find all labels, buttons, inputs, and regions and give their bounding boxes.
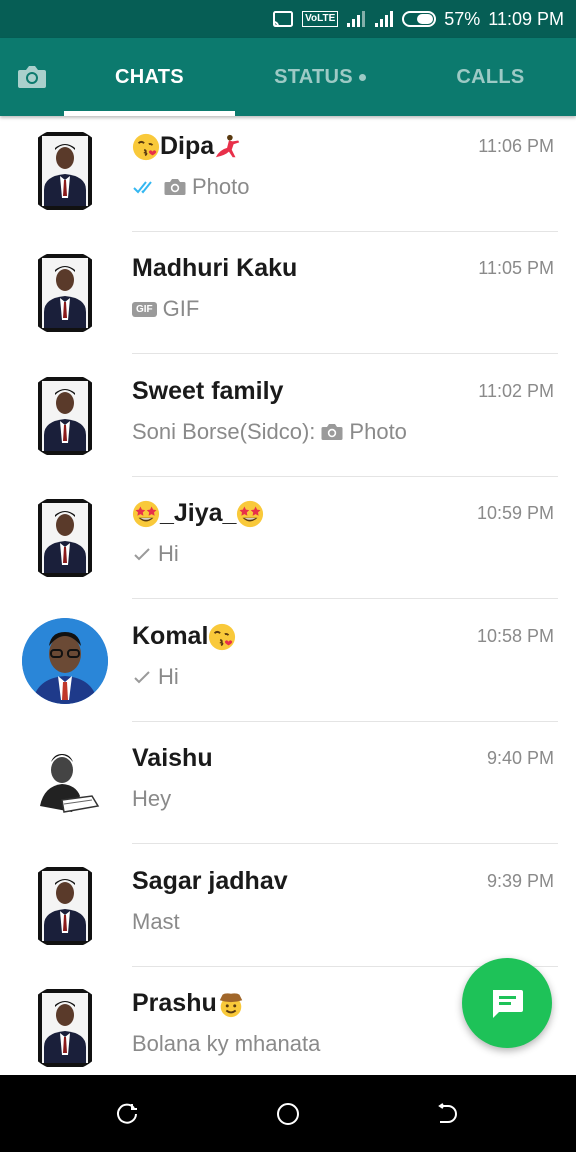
double-check-icon <box>133 181 152 194</box>
chat-item-jiya[interactable]: _Jiya_ 10:59 PM Hi <box>0 477 576 599</box>
chat-name: Komal <box>132 622 236 651</box>
chat-time: 9:39 PM <box>486 871 554 891</box>
chat-name: Sagar jadhav <box>132 867 288 895</box>
chat-preview: Bolana ky mhanata <box>132 1031 321 1056</box>
status-bar: VoLTE 57% 11:09 PM <box>0 0 576 38</box>
chat-time: 11:02 PM <box>478 381 554 401</box>
divider <box>132 598 558 599</box>
preview-sender: Soni Borse(Sidco): <box>132 419 316 444</box>
chat-name: _Jiya_ <box>132 499 264 528</box>
chat-time: 11:05 PM <box>478 258 554 278</box>
chat-name: Dipa <box>132 132 242 161</box>
chat-name: Sweet family <box>132 377 284 405</box>
navigation-bar <box>0 1075 576 1152</box>
camera-small-icon <box>164 178 186 196</box>
avatar[interactable] <box>22 863 108 949</box>
back-icon <box>438 1102 457 1123</box>
chat-item-madhuri-kaku[interactable]: Madhuri Kaku 11:05 PM GIF GIF <box>0 232 576 354</box>
camera-tab[interactable] <box>0 38 64 116</box>
gif-badge-icon: GIF <box>132 301 157 317</box>
chat-item-dipa[interactable]: Dipa 11:06 PM Photo <box>0 110 576 232</box>
star-struck-icon <box>132 500 160 528</box>
chat-preview: Soni Borse(Sidco): Photo <box>132 419 407 444</box>
tab-indicator <box>64 111 235 116</box>
divider <box>132 843 558 844</box>
avatar[interactable] <box>22 740 108 826</box>
recent-apps-button[interactable] <box>88 1075 168 1152</box>
tab-chats-label: CHATS <box>115 65 184 88</box>
cowboy-face-icon <box>217 990 245 1018</box>
chat-name: Vaishu <box>132 744 213 772</box>
avatar[interactable] <box>22 495 108 581</box>
tab-chats[interactable]: CHATS <box>64 38 235 116</box>
signal-icon <box>346 10 366 28</box>
status-unread-dot-icon <box>358 73 366 81</box>
chat-name: Prashu <box>132 989 245 1018</box>
avatar[interactable] <box>22 373 108 459</box>
tab-calls[interactable]: CALLS <box>405 38 576 116</box>
signal-4g-icon <box>374 10 394 28</box>
camera-icon <box>18 66 46 88</box>
message-icon <box>493 990 523 1018</box>
chat-name: Madhuri Kaku <box>132 254 298 282</box>
battery-percent: 57% <box>444 8 481 29</box>
chat-time: 10:59 PM <box>476 503 554 523</box>
chat-time: 10:58 PM <box>476 626 554 646</box>
avatar[interactable] <box>22 128 108 214</box>
chat-preview: Hi <box>132 664 179 690</box>
avatar[interactable] <box>22 985 108 1071</box>
single-check-icon <box>134 548 150 561</box>
kissing-face-icon <box>208 623 236 651</box>
single-check-icon <box>134 671 150 684</box>
chat-time: 9:40 PM <box>486 748 554 768</box>
avatar[interactable] <box>22 618 108 704</box>
status-icons: VoLTE 57% 11:09 PM <box>272 0 564 38</box>
star-struck-icon <box>236 500 264 528</box>
chat-preview: GIF GIF <box>132 296 199 322</box>
new-chat-button[interactable] <box>462 958 552 1048</box>
divider <box>132 353 558 354</box>
camera-small-icon <box>321 423 343 441</box>
chat-item-komal[interactable]: Komal 10:58 PM Hi <box>0 600 576 722</box>
dancer-icon <box>214 133 242 161</box>
chat-preview: Hey <box>132 786 172 811</box>
kissing-face-icon <box>132 133 160 161</box>
chat-preview: Mast <box>132 909 180 934</box>
volte-badge: VoLTE <box>302 11 339 27</box>
tab-status[interactable]: STATUS <box>235 38 405 116</box>
chat-preview: Photo <box>132 174 250 200</box>
tab-status-label: STATUS <box>274 65 353 88</box>
tab-calls-label: CALLS <box>456 65 525 88</box>
back-button[interactable] <box>408 1075 488 1152</box>
chat-item-sweet-family[interactable]: Sweet family 11:02 PM Soni Borse(Sidco):… <box>0 355 576 477</box>
cast-icon <box>272 10 294 28</box>
recent-apps-icon <box>117 1103 137 1124</box>
home-icon <box>277 1102 299 1125</box>
home-button[interactable] <box>248 1075 328 1152</box>
avatar[interactable] <box>22 250 108 336</box>
battery-icon <box>402 11 437 27</box>
clock: 11:09 PM <box>488 8 564 29</box>
chat-preview: Hi <box>132 541 179 567</box>
chat-time: 11:06 PM <box>478 136 554 156</box>
chat-item-sagar-jadhav[interactable]: Sagar jadhav 9:39 PM Mast <box>0 845 576 967</box>
chat-item-vaishu[interactable]: Vaishu 9:40 PM Hey <box>0 722 576 844</box>
app-header: CHATS STATUS CALLS <box>0 38 576 116</box>
